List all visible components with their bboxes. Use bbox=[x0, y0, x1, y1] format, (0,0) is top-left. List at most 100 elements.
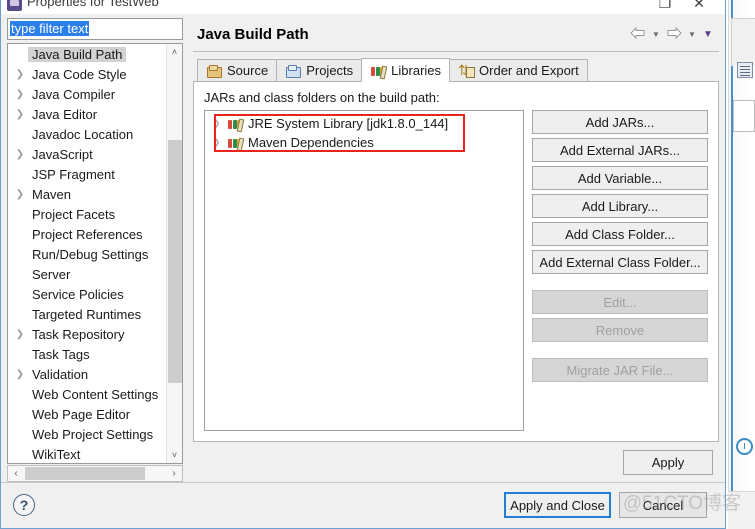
sidebar-item-label: WikiText bbox=[32, 447, 81, 463]
filter-input-box[interactable]: type filter text bbox=[7, 18, 183, 40]
close-button[interactable]: ✕ bbox=[685, 0, 713, 14]
tab-libraries[interactable]: Libraries bbox=[361, 58, 451, 82]
title-divider bbox=[1, 13, 725, 14]
help-icon[interactable]: ? bbox=[13, 494, 35, 516]
libraries-list[interactable]: ❯ JRE System Library [jdk1.8.0_144] ❯ Maven… bbox=[204, 110, 524, 431]
scroll-left-arrow-icon[interactable]: ‹ bbox=[8, 468, 24, 479]
chevron-right-icon[interactable]: ❯ bbox=[12, 65, 28, 85]
dialog-body: type filter text Java Build Path ❯ Java Co… bbox=[1, 14, 725, 482]
sidebar-item-run-debug-settings[interactable]: Run/Debug Settings bbox=[8, 245, 166, 265]
sidebar-item-web-project-settings[interactable]: Web Project Settings bbox=[8, 425, 166, 445]
sidebar-item-web-content-settings[interactable]: Web Content Settings bbox=[8, 385, 166, 405]
chevron-right-icon[interactable]: ❯ bbox=[12, 85, 28, 105]
sidebar-item-label: Run/Debug Settings bbox=[32, 247, 149, 263]
tab-projects[interactable]: Projects bbox=[276, 59, 363, 81]
sidebar-item-jsp-fragment[interactable]: JSP Fragment bbox=[8, 165, 166, 185]
tree-horizontal-scrollbar[interactable]: ‹ › bbox=[7, 465, 183, 482]
chevron-right-icon[interactable]: ❯ bbox=[12, 145, 28, 165]
migrate-jar-file-button: Migrate JAR File... bbox=[532, 358, 708, 382]
sidebar-item-java-compiler[interactable]: ❯ Java Compiler bbox=[8, 85, 166, 105]
add-library-button[interactable]: Add Library... bbox=[532, 194, 708, 218]
forward-arrow-icon[interactable] bbox=[665, 26, 683, 42]
sidebar-item-project-references[interactable]: Project References bbox=[8, 225, 166, 245]
chevron-right-icon[interactable]: ❯ bbox=[12, 365, 28, 385]
back-arrow-icon[interactable] bbox=[629, 26, 647, 42]
page-navigation: ▼ ▼ ▼ bbox=[629, 26, 715, 42]
add-variable-button[interactable]: Add Variable... bbox=[532, 166, 708, 190]
library-entry[interactable]: ❯ Maven Dependencies bbox=[207, 133, 521, 152]
remove-button: Remove bbox=[532, 318, 708, 342]
tree-scrollbar-thumb[interactable] bbox=[168, 139, 182, 383]
sidebar-item-maven[interactable]: ❯ Maven bbox=[8, 185, 166, 205]
add-jars-button[interactable]: Add JARs... bbox=[532, 110, 708, 134]
chevron-right-icon[interactable]: ❯ bbox=[12, 185, 28, 205]
dialog-title: Properties for TestWeb bbox=[27, 0, 159, 9]
sidebar-item-javadoc-location[interactable]: Javadoc Location bbox=[8, 125, 166, 145]
page-column: Java Build Path ▼ ▼ ▼ Source Projects Li… bbox=[187, 18, 725, 482]
sidebar-item-label: Java Editor bbox=[32, 107, 98, 123]
library-entry[interactable]: ❯ JRE System Library [jdk1.8.0_144] bbox=[207, 114, 521, 133]
sidebar-item-label: Service Policies bbox=[32, 287, 124, 303]
sidebar-item-label: Task Repository bbox=[32, 327, 125, 343]
tree-hscrollbar-thumb[interactable] bbox=[25, 467, 145, 480]
tab-label: Order and Export bbox=[479, 63, 579, 78]
properties-dialog: Properties for TestWeb ❐ ✕ type filter t… bbox=[0, 0, 726, 529]
dialog-footer: ? Apply and Close Cancel bbox=[1, 482, 725, 528]
button-group-spacer bbox=[532, 346, 708, 354]
view-menu-caret-icon[interactable]: ▼ bbox=[701, 26, 715, 42]
apply-button[interactable]: Apply bbox=[623, 449, 713, 475]
sidebar-item-wikitext[interactable]: WikiText bbox=[8, 445, 166, 463]
settings-tree-column: type filter text Java Build Path ❯ Java Co… bbox=[1, 18, 187, 482]
sidebar-item-task-repository[interactable]: ❯ Task Repository bbox=[8, 325, 166, 345]
sidebar-item-service-policies[interactable]: Service Policies bbox=[8, 285, 166, 305]
tab-order-and-export[interactable]: Order and Export bbox=[449, 59, 588, 81]
order-export-icon bbox=[458, 62, 476, 79]
cancel-button[interactable]: Cancel bbox=[619, 492, 707, 518]
sidebar-item-validation[interactable]: ❯ Validation bbox=[8, 365, 166, 385]
sidebar-item-web-page-editor[interactable]: Web Page Editor bbox=[8, 405, 166, 425]
sidebar-item-label: Web Project Settings bbox=[32, 427, 154, 443]
back-history-caret-icon[interactable]: ▼ bbox=[649, 26, 663, 42]
tab-label: Libraries bbox=[391, 63, 442, 78]
sidebar-item-task-tags[interactable]: Task Tags bbox=[8, 345, 166, 365]
sidebar-item-java-build-path[interactable]: Java Build Path bbox=[8, 45, 166, 65]
chevron-right-icon[interactable]: ❯ bbox=[213, 118, 227, 129]
tab-source[interactable]: Source bbox=[197, 59, 278, 81]
sidebar-item-java-editor[interactable]: ❯ Java Editor bbox=[8, 105, 166, 125]
add-external-jars-button[interactable]: Add External JARs... bbox=[532, 138, 708, 162]
maximize-button[interactable]: ❐ bbox=[651, 0, 679, 14]
sidebar-item-label: Java Compiler bbox=[32, 87, 116, 103]
libraries-button-column: Add JARs... Add External JARs... Add Varia… bbox=[532, 110, 708, 431]
scroll-right-arrow-icon[interactable]: › bbox=[166, 468, 182, 479]
libraries-rows: ❯ JRE System Library [jdk1.8.0_144] ❯ Maven… bbox=[207, 114, 521, 152]
forward-history-caret-icon[interactable]: ▼ bbox=[685, 26, 699, 42]
sidebar-item-javascript[interactable]: ❯ JavaScript bbox=[8, 145, 166, 165]
sidebar-item-label: Web Content Settings bbox=[32, 387, 159, 403]
settings-tree[interactable]: Java Build Path ❯ Java Code Style ❯ Java Com… bbox=[7, 42, 183, 464]
sidebar-item-server[interactable]: Server bbox=[8, 265, 166, 285]
chevron-right-icon[interactable]: ❯ bbox=[12, 325, 28, 345]
chevron-right-icon[interactable]: ❯ bbox=[213, 137, 227, 148]
background-toolbar-panel bbox=[731, 18, 755, 66]
libraries-caption: JARs and class folders on the build path… bbox=[204, 90, 440, 105]
chevron-right-icon[interactable]: ❯ bbox=[12, 105, 28, 125]
add-class-folder-button[interactable]: Add Class Folder... bbox=[532, 222, 708, 246]
sidebar-item-label: Task Tags bbox=[32, 347, 90, 363]
scroll-down-arrow-icon[interactable]: ˅ bbox=[167, 447, 182, 463]
document-icon bbox=[737, 62, 753, 78]
scroll-up-arrow-icon[interactable]: ˄ bbox=[167, 44, 182, 60]
sidebar-item-label: Web Page Editor bbox=[32, 407, 131, 423]
sidebar-item-java-code-style[interactable]: ❯ Java Code Style bbox=[8, 65, 166, 85]
sidebar-item-targeted-runtimes[interactable]: Targeted Runtimes bbox=[8, 305, 166, 325]
sidebar-item-label: Targeted Runtimes bbox=[32, 307, 142, 323]
add-external-class-folder-button[interactable]: Add External Class Folder... bbox=[532, 250, 708, 274]
sidebar-item-label: Javadoc Location bbox=[32, 127, 134, 143]
tree-vertical-scrollbar[interactable]: ˄ ˅ bbox=[166, 43, 182, 463]
sidebar-item-project-facets[interactable]: Project Facets bbox=[8, 205, 166, 225]
filter-input-value[interactable]: type filter text bbox=[10, 21, 90, 37]
tab-label: Projects bbox=[306, 63, 354, 78]
projects-folder-icon bbox=[285, 64, 302, 78]
page-title: Java Build Path bbox=[197, 26, 309, 43]
apply-and-close-button[interactable]: Apply and Close bbox=[504, 492, 611, 518]
background-status-bar bbox=[728, 491, 755, 529]
